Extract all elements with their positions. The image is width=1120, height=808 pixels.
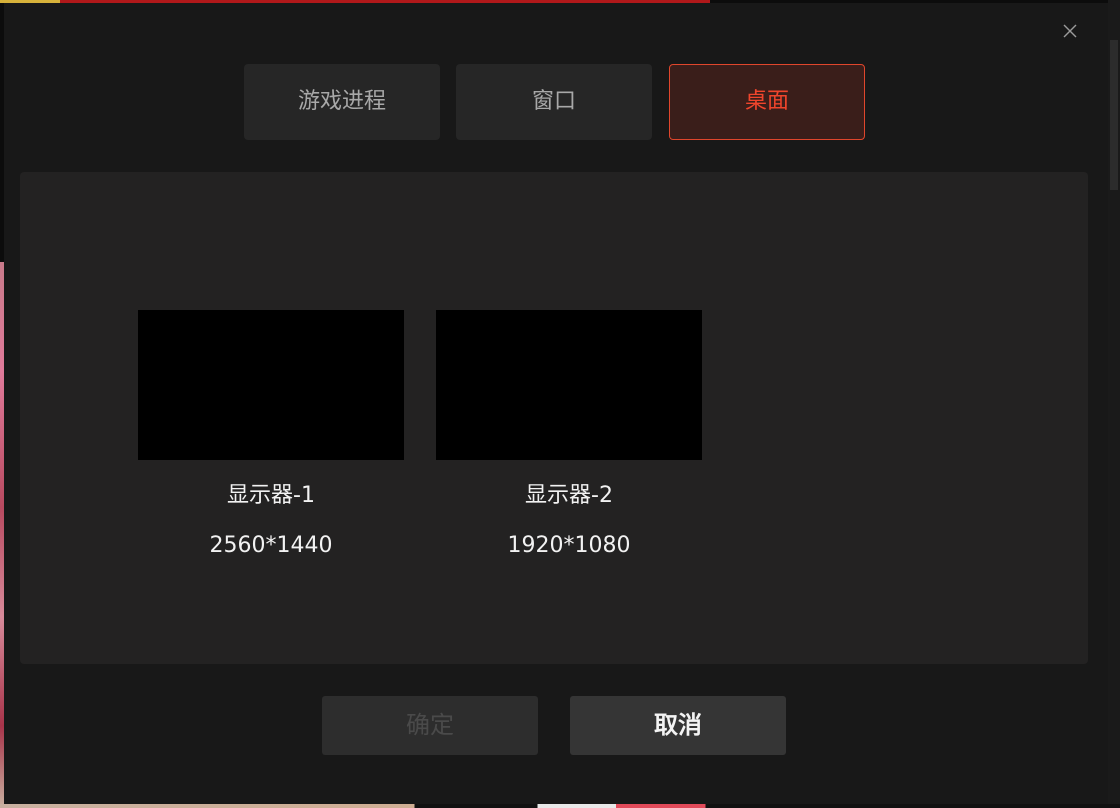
monitor-name: 显示器-1 [227, 483, 315, 508]
monitor-item-1[interactable]: 显示器-1 2560*1440 [138, 310, 404, 560]
cancel-button[interactable]: 取消 [570, 696, 786, 755]
background-bottom-edge [0, 804, 1120, 808]
background-scrollbar[interactable] [1108, 0, 1120, 808]
capture-source-dialog: 游戏进程 窗口 桌面 显示器-1 2560*1440 显示器-2 1920*10… [4, 3, 1108, 804]
monitor-thumbnail [436, 310, 702, 460]
confirm-button[interactable]: 确定 [322, 696, 538, 755]
monitor-thumbnail [138, 310, 404, 460]
tab-game-process[interactable]: 游戏进程 [244, 64, 440, 140]
scrollbar-thumb[interactable] [1110, 40, 1118, 190]
monitor-name: 显示器-2 [525, 483, 613, 508]
monitor-item-2[interactable]: 显示器-2 1920*1080 [436, 310, 702, 560]
close-icon [1063, 24, 1077, 38]
monitor-resolution: 2560*1440 [209, 533, 333, 558]
monitor-list-panel: 显示器-1 2560*1440 显示器-2 1920*1080 [20, 172, 1088, 664]
tab-desktop[interactable]: 桌面 [669, 64, 865, 140]
source-tabs: 游戏进程 窗口 桌面 [244, 64, 865, 140]
tab-window[interactable]: 窗口 [456, 64, 652, 140]
close-button[interactable] [1060, 21, 1080, 41]
monitor-resolution: 1920*1080 [507, 533, 631, 558]
